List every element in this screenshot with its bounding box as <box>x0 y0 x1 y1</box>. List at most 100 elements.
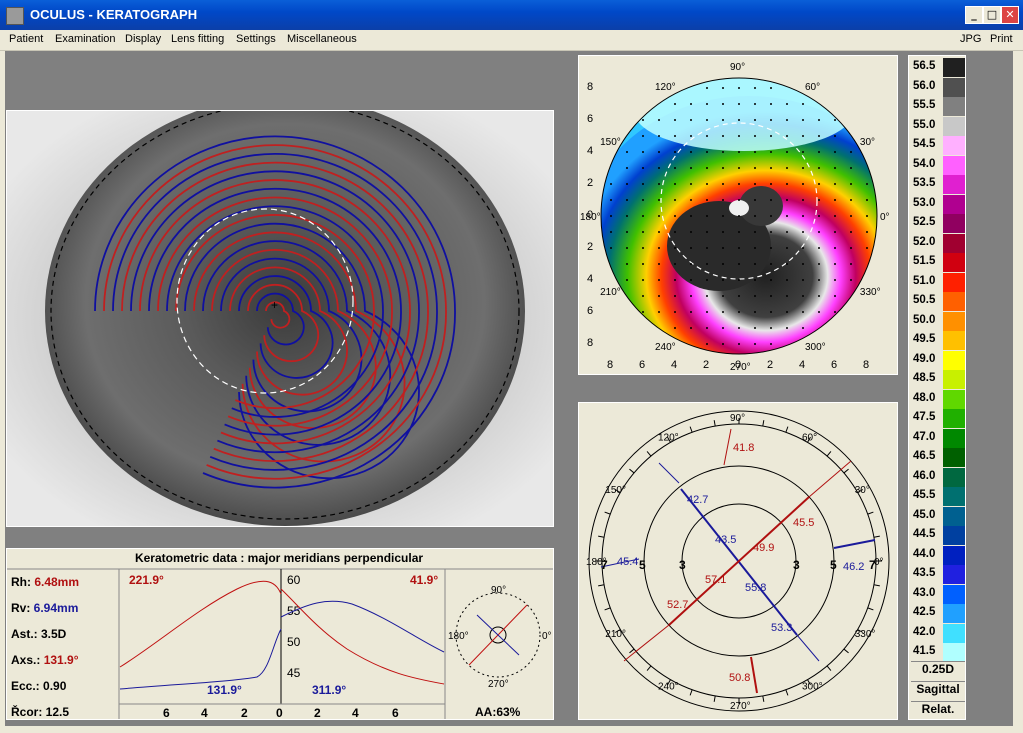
legend-relative[interactable]: Relat. <box>911 701 965 720</box>
maximize-button[interactable]: □ <box>983 6 1001 24</box>
grid-dot <box>770 199 772 201</box>
y-tick-label: 8 <box>587 81 593 93</box>
grid-dot <box>626 151 628 153</box>
grid-dot <box>850 199 852 201</box>
legend-value: 56.0 <box>913 79 936 92</box>
menu-print[interactable]: Print <box>990 33 1013 45</box>
legend-step[interactable]: 0.25D <box>911 661 965 680</box>
grid-dot <box>818 263 820 265</box>
grid-dot <box>610 199 612 201</box>
minimize-button[interactable]: _ <box>965 6 983 24</box>
grid-dot <box>626 215 628 217</box>
profile-x-tick: 4 <box>352 706 359 719</box>
y-tick-label: 2 <box>587 241 593 253</box>
grid-dot <box>786 167 788 169</box>
close-button[interactable]: ✕ <box>1001 6 1019 24</box>
grid-dot <box>722 343 724 345</box>
legend-value: 46.0 <box>913 469 936 482</box>
legend-entry: 49.0 <box>911 350 965 370</box>
menu-settings[interactable]: Settings <box>236 33 276 45</box>
grid-dot <box>610 247 612 249</box>
menu-examination[interactable]: Examination <box>55 33 116 45</box>
grid-dot <box>786 151 788 153</box>
grid-dot <box>642 263 644 265</box>
legend-value: 53.5 <box>913 177 936 189</box>
grid-dot <box>802 119 804 121</box>
polar-value: 45.4 <box>617 556 638 568</box>
polar-tick <box>826 665 832 671</box>
menu-lens-fitting[interactable]: Lens fitting <box>171 33 224 45</box>
grid-dot <box>834 231 836 233</box>
grid-dot <box>706 151 708 153</box>
legend-swatch <box>943 77 965 97</box>
grid-dot <box>658 231 660 233</box>
legend-swatch <box>943 428 965 448</box>
legend-entry: 47.5 <box>911 409 965 428</box>
legend-value: 49.0 <box>913 352 936 365</box>
menu-bar: Patient Examination Display Lens fitting… <box>0 30 1023 51</box>
polar-values-panel[interactable]: 90° 60° 30° 0° 330° 300° 270° 240° 210° 180° 150° 1… <box>578 402 898 720</box>
menu-patient[interactable]: Patient <box>9 33 43 45</box>
legend-swatch <box>943 292 965 311</box>
profile-x-tick: 2 <box>241 706 248 719</box>
angle-label: 60° <box>805 82 820 93</box>
grid-dot <box>770 311 772 313</box>
legend-value: 52.5 <box>913 216 936 228</box>
grid-dot <box>818 167 820 169</box>
grid-dot <box>818 279 820 281</box>
grid-dot <box>690 279 692 281</box>
menu-jpg[interactable]: JPG <box>960 33 981 45</box>
polar-tick <box>689 689 693 696</box>
eye-image-panel[interactable]: + <box>6 110 554 527</box>
grid-dot <box>658 215 660 217</box>
grid-dot <box>706 87 708 89</box>
grid-dot <box>722 87 724 89</box>
grid-dot <box>706 135 708 137</box>
legend-value: 53.0 <box>913 196 936 209</box>
grid-dot <box>690 215 692 217</box>
polar-tick <box>762 695 765 702</box>
mini-angle-270: 270° <box>488 679 509 690</box>
grid-dot <box>802 247 804 249</box>
grid-dot <box>722 151 724 153</box>
legend-mode[interactable]: Sagittal <box>911 681 965 700</box>
grid-dot <box>834 263 836 265</box>
steep-meridian-line <box>668 496 810 626</box>
ring-label: 3 <box>793 558 800 572</box>
grid-dot <box>818 311 820 313</box>
legend-value: 50.5 <box>913 294 936 306</box>
grid-dot <box>658 199 660 201</box>
menu-display[interactable]: Display <box>125 33 161 45</box>
grid-dot <box>738 263 740 265</box>
legend-value: 55.5 <box>913 99 936 111</box>
grid-dot <box>706 279 708 281</box>
grid-dot <box>706 247 708 249</box>
y-tick-label: 6 <box>587 305 593 317</box>
menu-miscellaneous[interactable]: Miscellaneous <box>287 33 357 45</box>
grid-dot <box>722 247 724 249</box>
angle-label: 330° <box>860 287 881 298</box>
polar-value: 45.5 <box>793 517 814 529</box>
grid-dot <box>834 279 836 281</box>
legend-entry: 54.5 <box>911 136 965 155</box>
grid-dot <box>802 167 804 169</box>
grid-dot <box>770 279 772 281</box>
legend-entry: 50.0 <box>911 311 965 331</box>
legend-entry: 52.5 <box>911 214 965 233</box>
angle-label: 210° <box>605 629 626 640</box>
grid-dot <box>690 327 692 329</box>
grid-dot <box>706 311 708 313</box>
polar-value: 43.5 <box>715 534 736 546</box>
angle-label: 240° <box>655 342 676 353</box>
grid-dot <box>834 311 836 313</box>
topography-map-panel[interactable]: 90° 60° 30° 0° 330° 300° 270° 240° 210° 180° 150° 1… <box>578 55 898 375</box>
grid-dot <box>754 135 756 137</box>
legend-entry: 43.0 <box>911 584 965 604</box>
grid-dot <box>658 247 660 249</box>
grid-dot <box>834 167 836 169</box>
legend-value: 54.0 <box>913 157 936 170</box>
polar-tick <box>689 426 693 433</box>
legend-value: 43.0 <box>913 586 936 599</box>
legend-entry: 42.0 <box>911 623 965 643</box>
grid-dot <box>738 215 740 217</box>
